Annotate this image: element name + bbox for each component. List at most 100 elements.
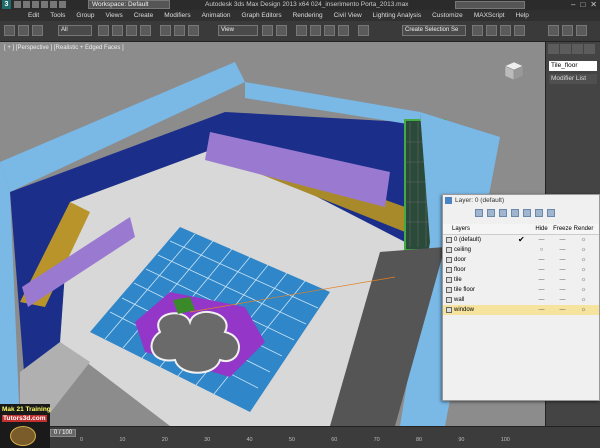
close-button[interactable]: ✕ xyxy=(590,0,597,10)
select-in-layer-icon[interactable] xyxy=(511,209,519,217)
viewport-label[interactable]: [ + ] [Perspective ] [Realistic + Edged … xyxy=(4,45,124,51)
hide-toggle[interactable]: — xyxy=(531,265,552,275)
column-render[interactable]: Render xyxy=(573,224,594,234)
help-search-input[interactable] xyxy=(455,1,525,9)
edit-named-selection-icon[interactable] xyxy=(358,25,369,36)
menu-tools[interactable]: Tools xyxy=(50,12,65,19)
new-file-icon[interactable] xyxy=(14,1,21,8)
hide-toggle[interactable]: — xyxy=(531,285,552,295)
layer-row[interactable]: floor — — ☼ xyxy=(443,265,599,275)
menu-help[interactable]: Help xyxy=(516,12,529,19)
track-bar[interactable]: 0 10 20 30 40 50 60 70 80 90 100 xyxy=(80,437,510,447)
layer-dialog-title[interactable]: Layer: 0 (default) xyxy=(443,195,599,207)
menu-modifiers[interactable]: Modifiers xyxy=(164,12,190,19)
render-toggle-icon[interactable]: ☼ xyxy=(573,285,594,295)
viewcube-icon[interactable] xyxy=(503,60,525,82)
angle-snap-icon[interactable] xyxy=(310,25,321,36)
move-icon[interactable] xyxy=(160,25,171,36)
hierarchy-tab-icon[interactable] xyxy=(572,44,583,54)
spinner-snap-icon[interactable] xyxy=(338,25,349,36)
column-freeze[interactable]: Freeze xyxy=(552,224,573,234)
hide-toggle[interactable]: — xyxy=(531,275,552,285)
link-icon[interactable] xyxy=(18,25,29,36)
menu-lighting-analysis[interactable]: Lighting Analysis xyxy=(373,12,421,19)
freeze-toggle[interactable]: — xyxy=(552,285,573,295)
menu-create[interactable]: Create xyxy=(134,12,154,19)
menu-animation[interactable]: Animation xyxy=(202,12,231,19)
create-tab-icon[interactable] xyxy=(548,44,559,54)
render-toggle-icon[interactable]: ☼ xyxy=(573,275,594,285)
redo-icon[interactable] xyxy=(50,1,57,8)
hide-toggle[interactable]: — xyxy=(531,295,552,305)
hide-toggle[interactable]: — xyxy=(531,305,552,315)
time-slider[interactable]: 0 / 100 xyxy=(50,429,76,437)
layer-row[interactable]: ceiling ○ — ☼ xyxy=(443,245,599,255)
modifier-list-dropdown[interactable]: Modifier List xyxy=(549,74,597,84)
undo-icon[interactable] xyxy=(4,25,15,36)
rectangular-selection-icon[interactable] xyxy=(126,25,137,36)
rotate-icon[interactable] xyxy=(174,25,185,36)
delete-layer-icon[interactable] xyxy=(487,209,495,217)
layer-row[interactable]: tile — — ☼ xyxy=(443,275,599,285)
render-toggle-icon[interactable]: ☼ xyxy=(573,265,594,275)
workspace-dropdown[interactable]: Workspace: Default xyxy=(88,0,170,9)
maximize-button[interactable]: □ xyxy=(580,0,585,10)
layer-manager-icon[interactable] xyxy=(500,25,511,36)
freeze-all-icon[interactable] xyxy=(547,209,555,217)
motion-tab-icon[interactable] xyxy=(584,44,595,54)
menu-group[interactable]: Group xyxy=(76,12,94,19)
percent-snap-icon[interactable] xyxy=(324,25,335,36)
render-toggle-icon[interactable]: ☼ xyxy=(573,255,594,265)
hide-toggle[interactable]: — xyxy=(531,255,552,265)
render-frame-icon[interactable] xyxy=(576,25,587,36)
render-toggle-icon[interactable]: ☼ xyxy=(573,245,594,255)
create-layer-icon[interactable] xyxy=(475,209,483,217)
freeze-toggle[interactable]: — xyxy=(552,255,573,265)
render-toggle-icon[interactable]: ☼ xyxy=(573,305,594,315)
named-selection-set-dropdown[interactable]: Create Selection Se xyxy=(402,25,466,36)
menu-maxscript[interactable]: MAXScript xyxy=(474,12,505,19)
align-icon[interactable] xyxy=(486,25,497,36)
material-editor-icon[interactable] xyxy=(548,25,559,36)
reference-coordinate-dropdown[interactable]: View xyxy=(218,25,258,36)
menu-civil-view[interactable]: Civil View xyxy=(334,12,362,19)
freeze-toggle[interactable]: — xyxy=(552,265,573,275)
select-by-name-icon[interactable] xyxy=(112,25,123,36)
scale-icon[interactable] xyxy=(188,25,199,36)
manipulate-icon[interactable] xyxy=(276,25,287,36)
render-setup-icon[interactable] xyxy=(562,25,573,36)
hide-toggle[interactable]: ○ xyxy=(531,245,552,255)
layer-row[interactable]: door — — ☼ xyxy=(443,255,599,265)
mirror-icon[interactable] xyxy=(472,25,483,36)
open-file-icon[interactable] xyxy=(23,1,30,8)
freeze-toggle[interactable]: — xyxy=(552,235,573,245)
layer-row[interactable]: tile floor — — ☼ xyxy=(443,285,599,295)
freeze-toggle[interactable]: — xyxy=(552,275,573,285)
menu-customize[interactable]: Customize xyxy=(432,12,463,19)
layer-row[interactable]: window — — ☼ xyxy=(443,305,599,315)
freeze-toggle[interactable]: — xyxy=(552,245,573,255)
select-object-icon[interactable] xyxy=(98,25,109,36)
unlink-icon[interactable] xyxy=(32,25,43,36)
layer-row[interactable]: 0 (default) ✔ — — ☼ xyxy=(443,235,599,245)
snaps-toggle-icon[interactable] xyxy=(296,25,307,36)
freeze-toggle[interactable]: — xyxy=(552,295,573,305)
selection-filter-dropdown[interactable]: All xyxy=(58,25,92,36)
freeze-toggle[interactable]: — xyxy=(552,305,573,315)
undo-icon[interactable] xyxy=(41,1,48,8)
add-to-layer-icon[interactable] xyxy=(499,209,507,217)
modify-tab-icon[interactable] xyxy=(560,44,571,54)
render-toggle-icon[interactable]: ☼ xyxy=(573,235,594,245)
pivot-icon[interactable] xyxy=(262,25,273,36)
highlight-layer-icon[interactable] xyxy=(523,209,531,217)
menu-rendering[interactable]: Rendering xyxy=(293,12,323,19)
object-name-field[interactable]: Tile_floor xyxy=(549,61,597,71)
app-logo-icon[interactable]: 3 xyxy=(2,0,11,9)
menu-graph-editors[interactable]: Graph Editors xyxy=(242,12,282,19)
column-layers[interactable]: Layers xyxy=(443,224,531,234)
hide-toggle[interactable]: — xyxy=(531,235,552,245)
minimize-button[interactable]: – xyxy=(571,0,575,10)
column-hide[interactable]: Hide xyxy=(531,224,552,234)
menu-edit[interactable]: Edit xyxy=(28,12,39,19)
hide-all-icon[interactable] xyxy=(535,209,543,217)
